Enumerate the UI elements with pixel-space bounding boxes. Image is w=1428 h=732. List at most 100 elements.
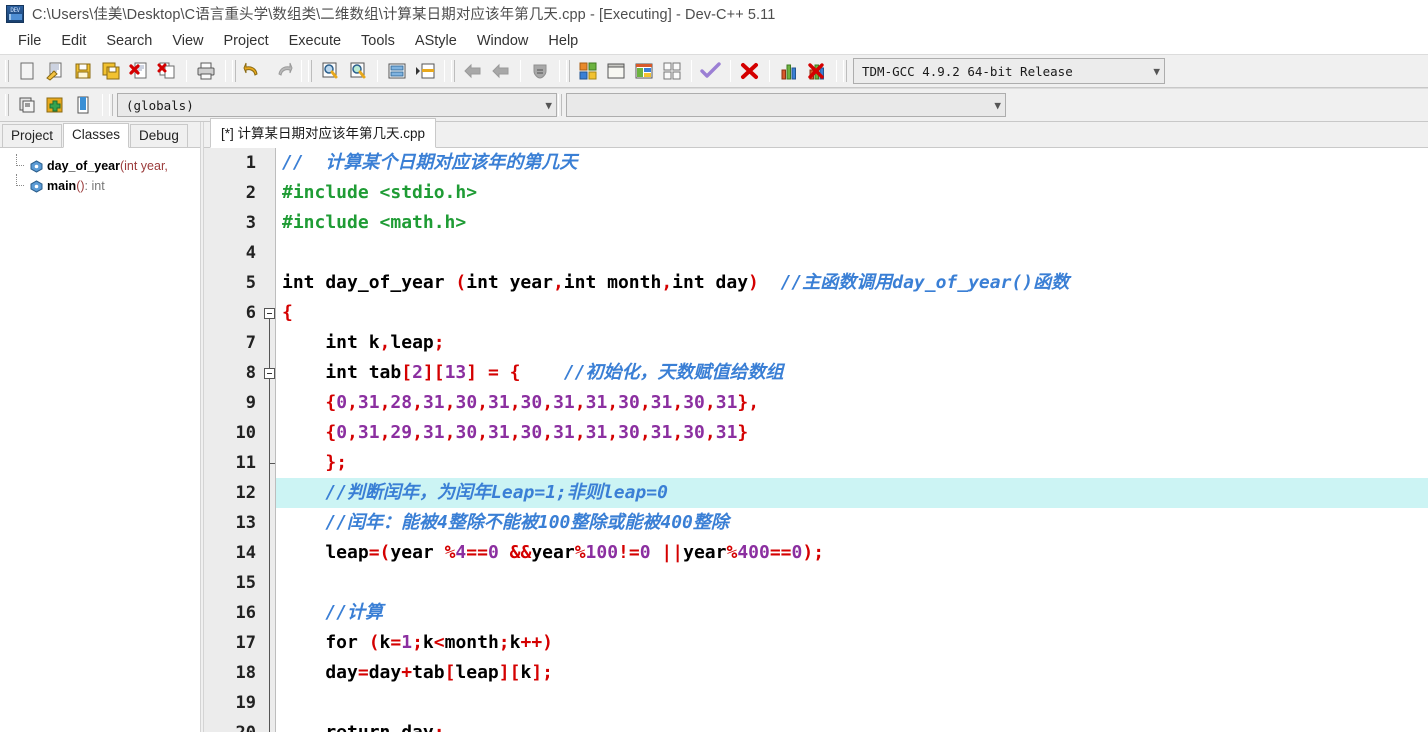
forward-icon[interactable] xyxy=(487,58,515,84)
line-number: 20 xyxy=(204,718,262,732)
add-to-project-icon[interactable] xyxy=(41,92,69,118)
menu-item-help[interactable]: Help xyxy=(538,31,588,51)
tab-classes[interactable]: Classes xyxy=(63,123,130,148)
menu-item-astyle[interactable]: AStyle xyxy=(405,31,467,51)
code-line[interactable]: for (k=1;k<month;k++) xyxy=(276,628,1428,658)
code-line[interactable]: }; xyxy=(276,448,1428,478)
redo-icon[interactable] xyxy=(268,58,296,84)
find-icon[interactable] xyxy=(316,58,344,84)
close-all-icon[interactable] xyxy=(153,58,181,84)
code-line[interactable]: int day_of_year (int year,int month,int … xyxy=(276,268,1428,298)
save-all-icon[interactable] xyxy=(97,58,125,84)
delete-profile-icon[interactable] xyxy=(803,58,831,84)
compile-icon[interactable] xyxy=(574,58,602,84)
code-line[interactable]: //闰年：能被4整除不能被100整除或能被400整除 xyxy=(276,508,1428,538)
menu-item-execute[interactable]: Execute xyxy=(279,31,351,51)
fold-column[interactable] xyxy=(262,148,276,732)
toolbar-grip[interactable] xyxy=(109,94,113,116)
tree-item-args: () xyxy=(76,179,85,193)
line-number: 14 xyxy=(235,543,256,563)
code-area: 1234567891011121314151617181920 // 计算某个日… xyxy=(204,148,1428,732)
code-line[interactable]: // 计算某个日期对应该年的第几天 xyxy=(276,148,1428,178)
menu-item-view[interactable]: View xyxy=(162,31,213,51)
code-token-number: 31 xyxy=(422,392,445,413)
rebuild-all-icon[interactable] xyxy=(658,58,686,84)
code-token-punct: % xyxy=(574,542,586,563)
back-icon[interactable] xyxy=(459,58,487,84)
tree-item-day-of-year[interactable]: day_of_year (int year, xyxy=(10,154,200,176)
toolbar-grip[interactable] xyxy=(843,60,847,82)
open-file-icon[interactable] xyxy=(41,58,69,84)
tab-project[interactable]: Project xyxy=(2,124,63,147)
fold-collapse-icon[interactable] xyxy=(264,308,275,319)
code-line[interactable]: day=day+tab[leap][k]; xyxy=(276,658,1428,688)
toolbar-grip[interactable] xyxy=(451,60,455,82)
code-line[interactable]: {0,31,29,31,30,31,30,31,31,30,31,30,31} xyxy=(276,418,1428,448)
line-number: 3 xyxy=(245,213,256,233)
code-token-punct: != xyxy=(618,542,640,563)
code-line[interactable] xyxy=(276,688,1428,718)
goto-function-icon[interactable] xyxy=(411,58,439,84)
code-line[interactable]: return day; xyxy=(276,718,1428,732)
toolbar-grip[interactable] xyxy=(308,60,312,82)
code-editor[interactable]: // 计算某个日期对应该年的第几天 #include <stdio.h> #incl… xyxy=(276,148,1428,732)
code-token-punct: ( xyxy=(455,272,467,293)
new-file-icon[interactable] xyxy=(13,58,41,84)
save-icon[interactable] xyxy=(69,58,97,84)
shield-icon[interactable] xyxy=(526,58,554,84)
tab-debug[interactable]: Debug xyxy=(130,124,188,147)
code-token-punct: ][ xyxy=(422,362,445,383)
menu-item-tools[interactable]: Tools xyxy=(351,31,405,51)
code-line[interactable]: //计算 xyxy=(276,598,1428,628)
profile-icon[interactable] xyxy=(775,58,803,84)
dev-cpp-app-icon: DEV xyxy=(6,4,24,23)
menu-item-project[interactable]: Project xyxy=(214,31,279,51)
compile-run-icon[interactable] xyxy=(630,58,658,84)
print-icon[interactable] xyxy=(192,58,220,84)
menu-item-search[interactable]: Search xyxy=(96,31,162,51)
run-icon[interactable] xyxy=(602,58,630,84)
toolbar-grip[interactable] xyxy=(232,60,236,82)
editor-tab-active[interactable]: [*] 计算某日期对应该年第几天.cpp xyxy=(210,118,437,148)
syntax-check-icon[interactable] xyxy=(697,58,725,84)
menu-item-file[interactable]: File xyxy=(8,31,51,51)
menu-item-edit[interactable]: Edit xyxy=(51,31,96,51)
compiler-select[interactable]: TDM-GCC 4.9.2 64-bit Release ▼ xyxy=(853,58,1165,84)
toggle-bookmark-icon[interactable] xyxy=(69,92,97,118)
code-line[interactable] xyxy=(276,568,1428,598)
tree-item-main[interactable]: main () : int xyxy=(10,174,200,196)
fold-collapse-icon[interactable] xyxy=(264,368,275,379)
close-file-icon[interactable] xyxy=(125,58,153,84)
code-line[interactable]: #include <math.h> xyxy=(276,208,1428,238)
toolbar-grip[interactable] xyxy=(5,60,9,82)
code-token-punct: , xyxy=(639,422,651,443)
members-select[interactable]: ▼ xyxy=(566,93,1006,117)
stop-execution-icon[interactable] xyxy=(736,58,764,84)
code-token-plain: month xyxy=(444,632,499,653)
goto-line-icon[interactable] xyxy=(383,58,411,84)
code-token-number: 30 xyxy=(683,392,705,413)
code-line[interactable]: #include <stdio.h> xyxy=(276,178,1428,208)
code-line[interactable]: int k,leap; xyxy=(276,328,1428,358)
undo-icon[interactable] xyxy=(240,58,268,84)
code-line[interactable]: int tab[2][13] = { //初始化，天数赋值给数组 xyxy=(276,358,1428,388)
toolbar-grip[interactable] xyxy=(5,94,9,116)
menu-item-window[interactable]: Window xyxy=(467,31,539,51)
code-token-plain: year xyxy=(531,542,575,563)
toolbar-grip[interactable] xyxy=(558,94,562,116)
code-line[interactable] xyxy=(276,238,1428,268)
code-line[interactable]: { xyxy=(276,298,1428,328)
code-line[interactable]: leap=(year %4==0 &&year%100!=0 ||year%40… xyxy=(276,538,1428,568)
toolbar-grip[interactable] xyxy=(566,60,570,82)
replace-icon[interactable] xyxy=(344,58,372,84)
code-line[interactable]: //判断闰年，为闰年Leap=1;非则leap=0 xyxy=(276,478,1428,508)
code-token-punct: , xyxy=(379,392,391,413)
code-token-number: 28 xyxy=(390,392,413,413)
code-token-plain: tab xyxy=(412,662,445,683)
insert-snippet-icon[interactable] xyxy=(13,92,41,118)
code-line[interactable]: {0,31,28,31,30,31,30,31,31,30,31,30,31}, xyxy=(276,388,1428,418)
code-token-number: 100 xyxy=(585,542,619,563)
globals-select[interactable]: (globals) ▼ xyxy=(117,93,557,117)
